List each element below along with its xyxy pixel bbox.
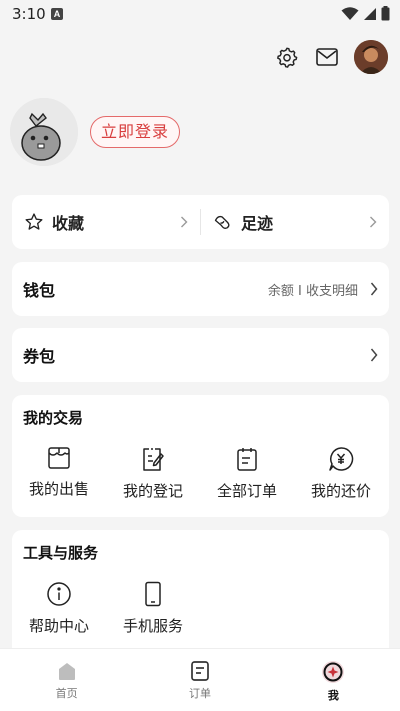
footprint-icon xyxy=(214,215,230,229)
status-time: 3:10 xyxy=(12,5,46,23)
profile-section: 立即登录 xyxy=(10,98,181,166)
nav-orders[interactable]: 订单 xyxy=(133,649,266,711)
nav-home[interactable]: 首页 xyxy=(0,649,133,711)
tools-title: 工具与服务 xyxy=(23,544,99,562)
settings-button[interactable] xyxy=(274,44,300,70)
top-actions xyxy=(274,40,388,74)
orders-icon xyxy=(237,448,257,471)
gear-icon xyxy=(277,47,298,68)
battery-icon xyxy=(381,6,390,21)
user-avatar[interactable] xyxy=(10,98,78,166)
my-register-label: 我的登记 xyxy=(122,482,183,500)
chevron-right-icon xyxy=(370,216,377,228)
footprints-label: 足迹 xyxy=(241,214,274,233)
favorites-card: 收藏 足迹 xyxy=(12,195,389,249)
chevron-right-icon xyxy=(181,216,188,228)
wallet-card[interactable]: 钱包 余额 I 收支明细 xyxy=(12,262,389,316)
nav-home-label: 首页 xyxy=(55,687,78,700)
mail-icon xyxy=(316,48,338,66)
help-center-label: 帮助中心 xyxy=(28,617,89,635)
trade-title: 我的交易 xyxy=(23,409,84,427)
favorites-label: 收藏 xyxy=(52,214,85,233)
order-icon xyxy=(191,661,209,681)
footprints-item[interactable]: 足迹 xyxy=(201,195,389,249)
my-sales-label: 我的出售 xyxy=(28,480,89,498)
my-register-item[interactable]: 我的登记 xyxy=(106,446,200,501)
user-avatar-small[interactable] xyxy=(354,40,388,74)
avatar-image xyxy=(354,40,388,74)
phone-icon xyxy=(145,581,161,607)
all-orders-label: 全部订单 xyxy=(216,482,277,500)
my-bargain-label: 我的还价 xyxy=(310,482,371,500)
nav-me-label: 我 xyxy=(327,689,339,702)
login-button[interactable]: 立即登录 xyxy=(90,116,181,148)
home-icon xyxy=(58,663,75,680)
chevron-right-icon xyxy=(370,348,378,362)
nav-me[interactable]: 我 xyxy=(267,649,400,711)
my-sales-item[interactable]: 我的出售 xyxy=(12,446,106,501)
wifi-icon xyxy=(341,6,359,20)
messages-button[interactable] xyxy=(314,44,340,70)
phone-service-item[interactable]: 手机服务 xyxy=(106,581,200,636)
notification-badge: A xyxy=(51,8,63,20)
favorites-item[interactable]: 收藏 xyxy=(12,195,200,249)
all-orders-item[interactable]: 全部订单 xyxy=(200,446,294,501)
status-bar: 3:10 A xyxy=(0,0,400,28)
wallet-label: 钱包 xyxy=(23,281,56,300)
system-icons xyxy=(341,6,390,21)
wallet-detail: 余额 I 收支明细 xyxy=(267,283,358,299)
register-icon xyxy=(143,448,164,471)
bargain-icon xyxy=(329,447,354,471)
nav-orders-label: 订单 xyxy=(188,687,211,700)
help-center-item[interactable]: 帮助中心 xyxy=(12,581,106,636)
bottom-nav: 首页 订单 我 xyxy=(0,648,400,711)
my-bargain-item[interactable]: 我的还价 xyxy=(294,446,388,501)
trade-card: 我的交易 我的出售 我的登记 全部订单 我的还价 xyxy=(12,395,389,517)
phone-service-label: 手机服务 xyxy=(122,617,183,635)
coupons-card[interactable]: 券包 xyxy=(12,328,389,382)
info-icon xyxy=(47,582,71,606)
me-icon xyxy=(322,661,345,683)
signal-icon xyxy=(364,7,376,20)
shop-icon xyxy=(48,447,70,469)
default-avatar-icon xyxy=(10,98,78,166)
chevron-right-icon xyxy=(370,282,378,296)
tools-card: 工具与服务 帮助中心 手机服务 xyxy=(12,530,389,655)
coupons-label: 券包 xyxy=(23,347,56,366)
star-icon xyxy=(25,213,43,230)
